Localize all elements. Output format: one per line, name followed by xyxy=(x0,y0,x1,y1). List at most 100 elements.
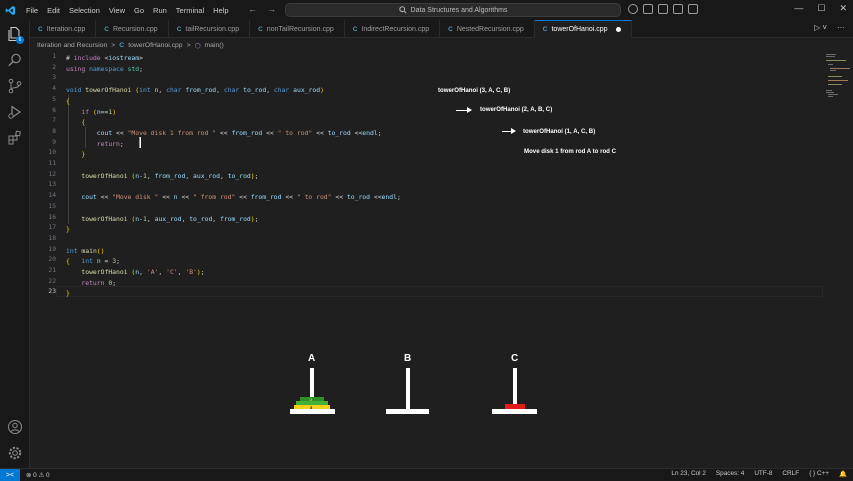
tab-tower-of-hanoi[interactable]: CtowerOfHanoi.cpp xyxy=(534,20,632,38)
source-control-icon[interactable] xyxy=(7,78,23,94)
menu-terminal[interactable]: Terminal xyxy=(176,6,204,15)
tab-label: tailRecursion.cpp xyxy=(185,25,240,33)
line-number: 13 xyxy=(48,181,56,189)
problems-indicator[interactable]: ⊗ 0 ⚠ 0 xyxy=(26,471,50,479)
cpp-file-icon: C xyxy=(542,26,548,33)
menu-go[interactable]: Go xyxy=(134,6,144,15)
command-center-search[interactable]: Data Structures and Algorithms xyxy=(285,3,621,17)
cpp-file-icon: C xyxy=(448,25,453,33)
cpp-file-icon: C xyxy=(38,25,43,33)
code-line: { xyxy=(66,96,70,105)
rod-label-b: B xyxy=(404,353,412,364)
customize-layout-icon[interactable] xyxy=(688,4,698,14)
current-line-highlight xyxy=(56,286,823,297)
menu-selection[interactable]: Selection xyxy=(69,6,100,15)
tab-label: towerOfHanoi.cpp xyxy=(551,26,608,33)
code-line: if (n==1) xyxy=(81,107,117,116)
chevron-right-icon: > xyxy=(186,42,191,49)
settings-gear-icon[interactable] xyxy=(7,445,23,461)
unsaved-dot-icon[interactable] xyxy=(615,27,621,32)
language-mode[interactable]: { } C++ xyxy=(809,470,829,478)
tab-label: NestedRecursion.cpp xyxy=(456,25,524,33)
line-number: 20 xyxy=(48,256,56,264)
copilot-icon[interactable] xyxy=(628,4,638,14)
disk-label: 2 xyxy=(310,397,313,402)
line-number: 19 xyxy=(48,245,56,253)
code-line: towerOfHanoi (n-1, aux_rod, to_rod, from… xyxy=(81,214,259,223)
cursor-position[interactable]: Ln 23, Col 2 xyxy=(671,470,705,478)
line-number: 18 xyxy=(48,234,56,242)
remote-indicator-button[interactable]: >< xyxy=(0,468,20,481)
code-line: cout << "Move disk 1 from rod " << from_… xyxy=(96,128,382,137)
notifications-bell-icon[interactable]: 🔔 xyxy=(839,470,847,478)
line-number: 14 xyxy=(48,192,56,200)
tab-iteration[interactable]: C Iteration.cpp xyxy=(30,20,97,38)
menu-bar: File Edit Selection View Go Run Terminal… xyxy=(26,6,229,15)
minimap[interactable] xyxy=(826,52,850,112)
activity-bar: 6 xyxy=(0,20,30,468)
menu-help[interactable]: Help xyxy=(213,6,228,15)
back-arrow-icon[interactable]: ← xyxy=(248,4,257,14)
editor-tabs: C Iteration.cpp C Recursion.cpp CtailRecur… xyxy=(30,20,853,38)
more-actions-icon[interactable]: ··· xyxy=(837,23,845,32)
code-line: } xyxy=(81,150,86,159)
menu-view[interactable]: View xyxy=(109,6,125,15)
line-number: 2 xyxy=(52,63,56,71)
line-number: 9 xyxy=(52,138,56,146)
search-sidebar-icon[interactable] xyxy=(7,52,23,68)
tab-label: Iteration.cpp xyxy=(46,25,86,33)
tab-label: nonTailRecursion.cpp xyxy=(266,25,334,33)
line-number: 3 xyxy=(52,74,56,82)
workspace-title: Data Structures and Algorithms xyxy=(410,6,508,14)
toggle-secondary-sidebar-icon[interactable] xyxy=(673,4,683,14)
run-code-icon[interactable]: ▷ ˅ xyxy=(814,23,827,32)
forward-arrow-icon[interactable]: → xyxy=(267,4,276,14)
code-line: towerOfHanoi (n, 'A', 'C', 'B'); xyxy=(81,268,205,276)
eol-setting[interactable]: CRLF xyxy=(782,470,799,478)
maximize-button[interactable]: ☐ xyxy=(817,3,825,14)
encoding-setting[interactable]: UTF-8 xyxy=(754,470,772,478)
disk-red xyxy=(505,404,525,409)
code-line: towerOfHanoi (n-1, from_rod, aux_rod, to… xyxy=(81,171,259,180)
extensions-icon[interactable] xyxy=(7,130,23,146)
rod-b-pole xyxy=(406,368,410,410)
status-bar: >< ⊗ 0 ⚠ 0 Ln 23, Col 2 Spaces: 4 UTF-8 … xyxy=(0,468,853,481)
mouse-ibeam-cursor: I xyxy=(138,134,143,152)
menu-edit[interactable]: Edit xyxy=(47,6,60,15)
breadcrumb-symbol[interactable]: main() xyxy=(205,42,224,49)
toggle-panel-icon[interactable] xyxy=(658,4,668,14)
call-annotation-level-2: towerOfHanoi (2, A, B, C) xyxy=(480,106,553,113)
line-number: 22 xyxy=(48,277,56,285)
close-window-button[interactable]: ✕ xyxy=(839,3,847,14)
line-number: 5 xyxy=(52,95,56,103)
code-editor[interactable]: 1 2 3 4 5 6 7 8 9 10 11 12 13 14 15 16 17 18 19 20 21 22 23 # … xyxy=(30,52,823,298)
cpp-file-icon: C xyxy=(176,25,182,33)
disk-2: 2 xyxy=(300,397,324,402)
line-number: 23 xyxy=(48,288,56,296)
tab-tail-recursion[interactable]: CtailRecursion.cpp xyxy=(169,20,251,38)
tab-nested-recursion[interactable]: C NestedRecursion.cpp xyxy=(440,20,535,38)
output-annotation: Move disk 1 from rod A to rod C xyxy=(524,148,616,155)
tab-recursion[interactable]: C Recursion.cpp xyxy=(96,20,169,38)
arrow-right-icon xyxy=(456,107,472,113)
toggle-primary-sidebar-icon[interactable] xyxy=(643,4,653,14)
code-line: using namespace std; xyxy=(66,64,144,73)
minimize-button[interactable]: — xyxy=(794,3,803,14)
breadcrumb-file[interactable]: towerOfHanoi.cpp xyxy=(128,42,182,49)
call-annotation-level-3: towerOfHanoi (1, A, C, B) xyxy=(523,128,596,135)
tab-non-tail-recursion[interactable]: CnonTailRecursion.cpp xyxy=(250,20,345,38)
code-line: cout << "Move disk " << n << " from rod"… xyxy=(81,193,401,202)
code-line: } xyxy=(66,289,70,298)
menu-file[interactable]: File xyxy=(26,6,38,15)
line-number: 16 xyxy=(48,213,56,221)
breadcrumb-folder[interactable]: Iteration and Recursion xyxy=(37,42,107,49)
menu-run[interactable]: Run xyxy=(153,6,167,15)
indentation-setting[interactable]: Spaces: 4 xyxy=(716,470,744,478)
tab-indirect-recursion[interactable]: C IndirectRecursion.cpp xyxy=(345,20,441,38)
rod-c-base xyxy=(492,409,537,414)
account-icon[interactable] xyxy=(7,419,23,435)
line-number: 6 xyxy=(52,106,56,114)
line-number: 12 xyxy=(48,170,56,178)
run-debug-icon[interactable] xyxy=(7,104,23,120)
chevron-right-icon: > xyxy=(111,42,116,49)
